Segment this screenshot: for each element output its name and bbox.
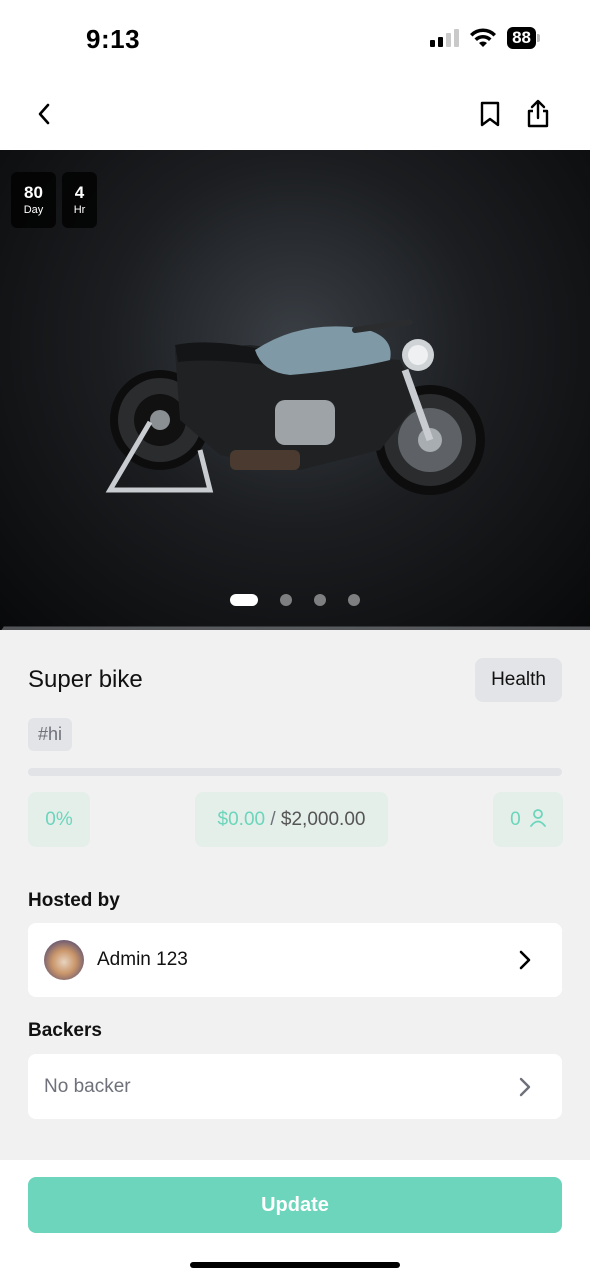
avatar: [44, 940, 84, 980]
chevron-right-icon: [510, 945, 540, 975]
share-icon: [527, 99, 549, 128]
category-badge[interactable]: Health: [475, 658, 562, 702]
cellular-signal-icon: [430, 29, 460, 47]
carousel-dot[interactable]: [348, 594, 360, 606]
back-button[interactable]: [26, 96, 62, 132]
bookmark-icon: [480, 101, 500, 127]
carousel-dot[interactable]: [280, 594, 292, 606]
project-title: Super bike: [28, 666, 143, 693]
home-indicator: [190, 1262, 400, 1268]
backer-count: 0: [493, 792, 563, 847]
chevron-right-icon: [510, 1072, 540, 1102]
backer-count-value: 0: [510, 809, 521, 830]
project-details: Super bike Health #hi 0% $0.00 / $2,000.…: [0, 630, 590, 1160]
person-icon: [530, 809, 546, 827]
carousel-dot[interactable]: [230, 594, 258, 606]
carousel-dots: [0, 594, 590, 606]
chevron-left-icon: [38, 103, 50, 125]
status-bar: 9:13 88: [0, 0, 590, 80]
amount-separator: /: [270, 809, 276, 830]
countdown-hours: 4 Hr: [62, 172, 97, 228]
funding-amount: $0.00 / $2,000.00: [195, 792, 388, 847]
bookmark-button[interactable]: [472, 96, 508, 132]
backers-card[interactable]: No backer: [28, 1054, 562, 1119]
battery-icon: 88: [507, 27, 540, 49]
project-image-carousel[interactable]: 80 Day 4 Hr: [0, 150, 590, 630]
battery-level: 88: [507, 27, 536, 49]
hosted-by-label: Hosted by: [28, 890, 120, 911]
wifi-icon: [470, 28, 497, 47]
status-time: 9:13: [86, 24, 141, 54]
no-backer-text: No backer: [44, 1075, 131, 1097]
project-tag[interactable]: #hi: [28, 718, 73, 751]
footer: Update: [0, 1160, 590, 1280]
host-card[interactable]: Admin 123: [28, 923, 562, 997]
host-name: Admin 123: [97, 949, 188, 970]
goal-amount: $2,000.00: [280, 809, 366, 830]
update-button[interactable]: Update: [28, 1177, 562, 1233]
status-icons: 88: [430, 27, 540, 49]
carousel-dot[interactable]: [314, 594, 326, 606]
share-button[interactable]: [520, 96, 556, 132]
countdown-days: 80 Day: [11, 172, 56, 228]
backers-label: Backers: [28, 1020, 102, 1041]
funding-progress-bar: [28, 768, 562, 776]
raised-amount: $0.00: [217, 809, 266, 830]
funding-percent: 0%: [28, 792, 90, 847]
nav-bar: [0, 80, 590, 150]
